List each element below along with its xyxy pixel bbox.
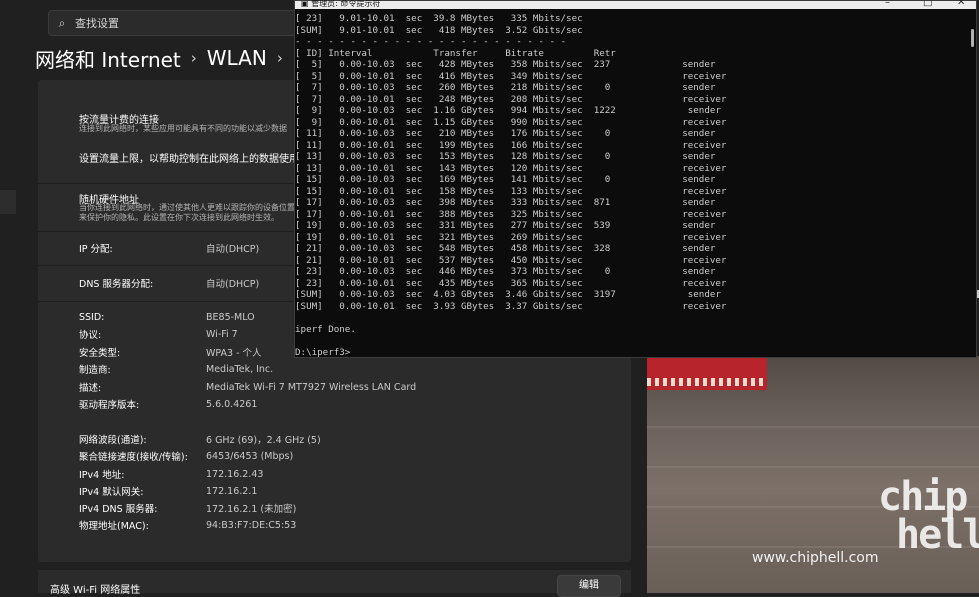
prop-row: 驱动程序版本: 5.6.0.4261 — [79, 396, 599, 412]
prop-value: BE85-MLO — [206, 311, 255, 323]
search-box[interactable]: ⌕ 查找设置 — [48, 10, 300, 36]
prop-value: MediaTek, Inc. — [206, 363, 274, 375]
prop-row: 聚合链接速度(接收/传输): 6453/6453 (Mbps) — [79, 448, 599, 464]
maximize-icon[interactable]: □ — [923, 0, 932, 8]
console-line: iperf Done. — [295, 323, 356, 335]
advanced-wifi-row: 高级 Wi-Fi 网络属性 编辑 — [38, 570, 631, 597]
prop-value: 172.16.2.1 — [206, 485, 258, 497]
console-line: [ 5] 0.00-10.03 sec 428 MBytes 358 Mbits… — [295, 59, 716, 70]
console-line: D:\iperf3> — [295, 346, 351, 358]
prop-value: 6453/6453 (Mbps) — [206, 450, 294, 462]
random-mac-desc: 当你连接到此网络时，通过使其他人更难以跟踪你的设备位置来保护你的隐私。此设置在你… — [79, 203, 295, 222]
cmd-title-text: 管理员: 命令提示符 — [311, 0, 381, 8]
prop-row: 制造商: MediaTek, Inc. — [79, 361, 599, 377]
edit-button[interactable]: 编辑 — [557, 575, 621, 597]
prop-row: IPv4 地址: 172.16.2.43 — [79, 466, 599, 482]
prop-label: 安全类型: — [79, 348, 121, 359]
console-line: [ 15] 0.00-10.03 sec 169 MBytes 141 Mbit… — [295, 174, 716, 185]
prop-label: 网络波段(通道): — [79, 435, 147, 446]
console-line: - - - - - - - - - - - - - - - - - - - - … — [295, 36, 567, 47]
prop-label: 描述: — [79, 383, 102, 394]
breadcrumb-network[interactable]: 网络和 Internet — [35, 44, 181, 73]
console-line: [ 7] 0.00-10.03 sec 260 MBytes 218 Mbits… — [295, 82, 716, 93]
console-line: [ 23] 0.00-10.03 sec 446 MBytes 373 Mbit… — [295, 266, 716, 277]
prop-label: IPv4 默认网关: — [79, 487, 144, 498]
console-line: [SUM] 9.01-10.01 sec 418 MBytes 3.52 Gbi… — [295, 24, 583, 36]
cmd-icon: ▣ — [301, 0, 309, 8]
prop-value: 172.16.2.1 (未加密) — [206, 504, 297, 515]
advanced-wifi-label: 高级 Wi-Fi 网络属性 — [50, 585, 141, 596]
prop-row: IPv4 DNS 服务器: 172.16.2.1 (未加密) — [79, 500, 599, 516]
console-line: [ 9] 0.00-10.01 sec 1.15 GBytes 990 Mbit… — [295, 116, 727, 128]
prop-label: 协议: — [79, 330, 102, 341]
console-line: [ 19] 0.00-10.01 sec 321 MBytes 269 Mbit… — [295, 231, 727, 243]
prop-label: 聚合链接速度(接收/传输): — [79, 452, 188, 463]
prop-value: 5.6.0.4261 — [206, 398, 258, 410]
cmd-titlebar[interactable]: ▣ 管理员: 命令提示符 – □ ✕ — [295, 0, 976, 9]
console-line: [SUM] 0.00-10.03 sec 4.03 GBytes 3.46 Gb… — [295, 289, 721, 300]
prop-value: 172.16.2.43 — [206, 468, 264, 480]
prop-label: 物理地址(MAC): — [79, 521, 149, 532]
console-line: [ 21] 0.00-10.03 sec 548 MBytes 458 Mbit… — [295, 243, 716, 254]
watermark-site: www.chiphell.com — [752, 550, 879, 566]
search-input[interactable]: 查找设置 — [75, 15, 119, 31]
prop-value: WPA3 - 个人 — [206, 348, 262, 359]
prop-row: IPv4 默认网关: 172.16.2.1 — [79, 483, 599, 499]
prop-row: 网络波段(通道): 6 GHz (69)，2.4 GHz (5) — [79, 431, 599, 447]
breadcrumb-wlan[interactable]: WLAN — [207, 46, 267, 70]
prop-label: SSID: — [79, 311, 105, 323]
console-line: [ 11] 0.00-10.01 sec 199 MBytes 166 Mbit… — [295, 139, 727, 151]
console-line: [ 21] 0.00-10.01 sec 537 MBytes 450 Mbit… — [295, 254, 727, 266]
cmd-title: ▣ 管理员: 命令提示符 — [301, 0, 380, 9]
chiphell-logo: chip hell — [878, 474, 979, 578]
console-line: [ 11] 0.00-10.03 sec 210 MBytes 176 Mbit… — [295, 128, 716, 139]
console-line: [ 13] 0.00-10.03 sec 153 MBytes 128 Mbit… — [295, 151, 716, 162]
console-line: [ 5] 0.00-10.01 sec 416 MBytes 349 Mbits… — [295, 70, 727, 82]
breadcrumb: 网络和 Internet › WLAN › E — [35, 42, 305, 74]
console-output: [ 23] 9.01-10.01 sec 39.8 MBytes 335 Mbi… — [295, 13, 726, 358]
prop-row: 描述: MediaTek Wi-Fi 7 MT7927 Wireless LAN… — [79, 379, 599, 395]
nav-selected-indicator — [0, 190, 16, 214]
prop-label: IPv4 地址: — [79, 470, 125, 481]
logo-line-1: chip — [878, 474, 968, 520]
chevron-right-icon: › — [190, 49, 197, 67]
boat-image — [647, 356, 767, 390]
console-line: [ 17] 0.00-10.01 sec 388 MBytes 325 Mbit… — [295, 208, 727, 220]
cmd-window[interactable]: ▣ 管理员: 命令提示符 – □ ✕ [ 23] 9.01-10.01 sec … — [294, 0, 977, 358]
dns-assignment-value: 自动(DHCP) — [206, 279, 260, 290]
dns-assignment-label: DNS 服务器分配: — [79, 279, 154, 290]
minimize-icon[interactable]: – — [885, 0, 890, 8]
chevron-right-icon: › — [276, 49, 283, 67]
prop-label: IPv4 DNS 服务器: — [79, 504, 158, 515]
console-line: [SUM] 0.00-10.01 sec 3.93 GBytes 3.37 Gb… — [295, 300, 727, 312]
prop-label: 制造商: — [79, 365, 111, 376]
console-line: [ ID] Interval Transfer Bitrate Retr — [295, 47, 616, 59]
metered-desc: 连接到此网络时，某些应用可能具有不同的功能以减少数据 — [79, 124, 287, 133]
prop-label: 驱动程序版本: — [79, 400, 140, 411]
console-line: [ 7] 0.00-10.01 sec 248 MBytes 208 Mbits… — [295, 93, 727, 105]
data-limit-link[interactable]: 设置流量上限，以帮助控制在此网络上的数据使用 — [79, 150, 294, 165]
prop-value: Wi-Fi 7 — [206, 328, 238, 340]
close-icon[interactable]: ✕ — [957, 0, 965, 8]
prop-value: MediaTek Wi-Fi 7 MT7927 Wireless LAN Car… — [206, 381, 417, 393]
search-icon: ⌕ — [58, 15, 66, 30]
console-line: [ 13] 0.00-10.01 sec 143 MBytes 120 Mbit… — [295, 162, 727, 174]
logo-line-2: hell — [896, 512, 979, 558]
console-line: [ 23] 0.00-10.01 sec 435 MBytes 365 Mbit… — [295, 277, 727, 289]
prop-value: 6 GHz (69)，2.4 GHz (5) — [206, 435, 321, 446]
console-line: [ 17] 0.00-10.03 sec 398 MBytes 333 Mbit… — [295, 197, 716, 208]
ip-assignment-label: IP 分配: — [79, 244, 113, 255]
cmd-scrollbar[interactable] — [971, 29, 974, 47]
console-line: [ 15] 0.00-10.01 sec 158 MBytes 133 Mbit… — [295, 185, 727, 197]
ip-assignment-value: 自动(DHCP) — [206, 244, 260, 255]
prop-row: 物理地址(MAC): 94:B3:F7:DE:C5:53 — [79, 517, 599, 533]
console-line: [ 23] 9.01-10.01 sec 39.8 MBytes 335 Mbi… — [295, 13, 583, 24]
console-line: [ 9] 0.00-10.03 sec 1.16 GBytes 994 Mbit… — [295, 105, 721, 116]
console-line: [ 19] 0.00-10.03 sec 331 MBytes 277 Mbit… — [295, 220, 716, 231]
prop-value: 94:B3:F7:DE:C5:53 — [206, 519, 297, 531]
